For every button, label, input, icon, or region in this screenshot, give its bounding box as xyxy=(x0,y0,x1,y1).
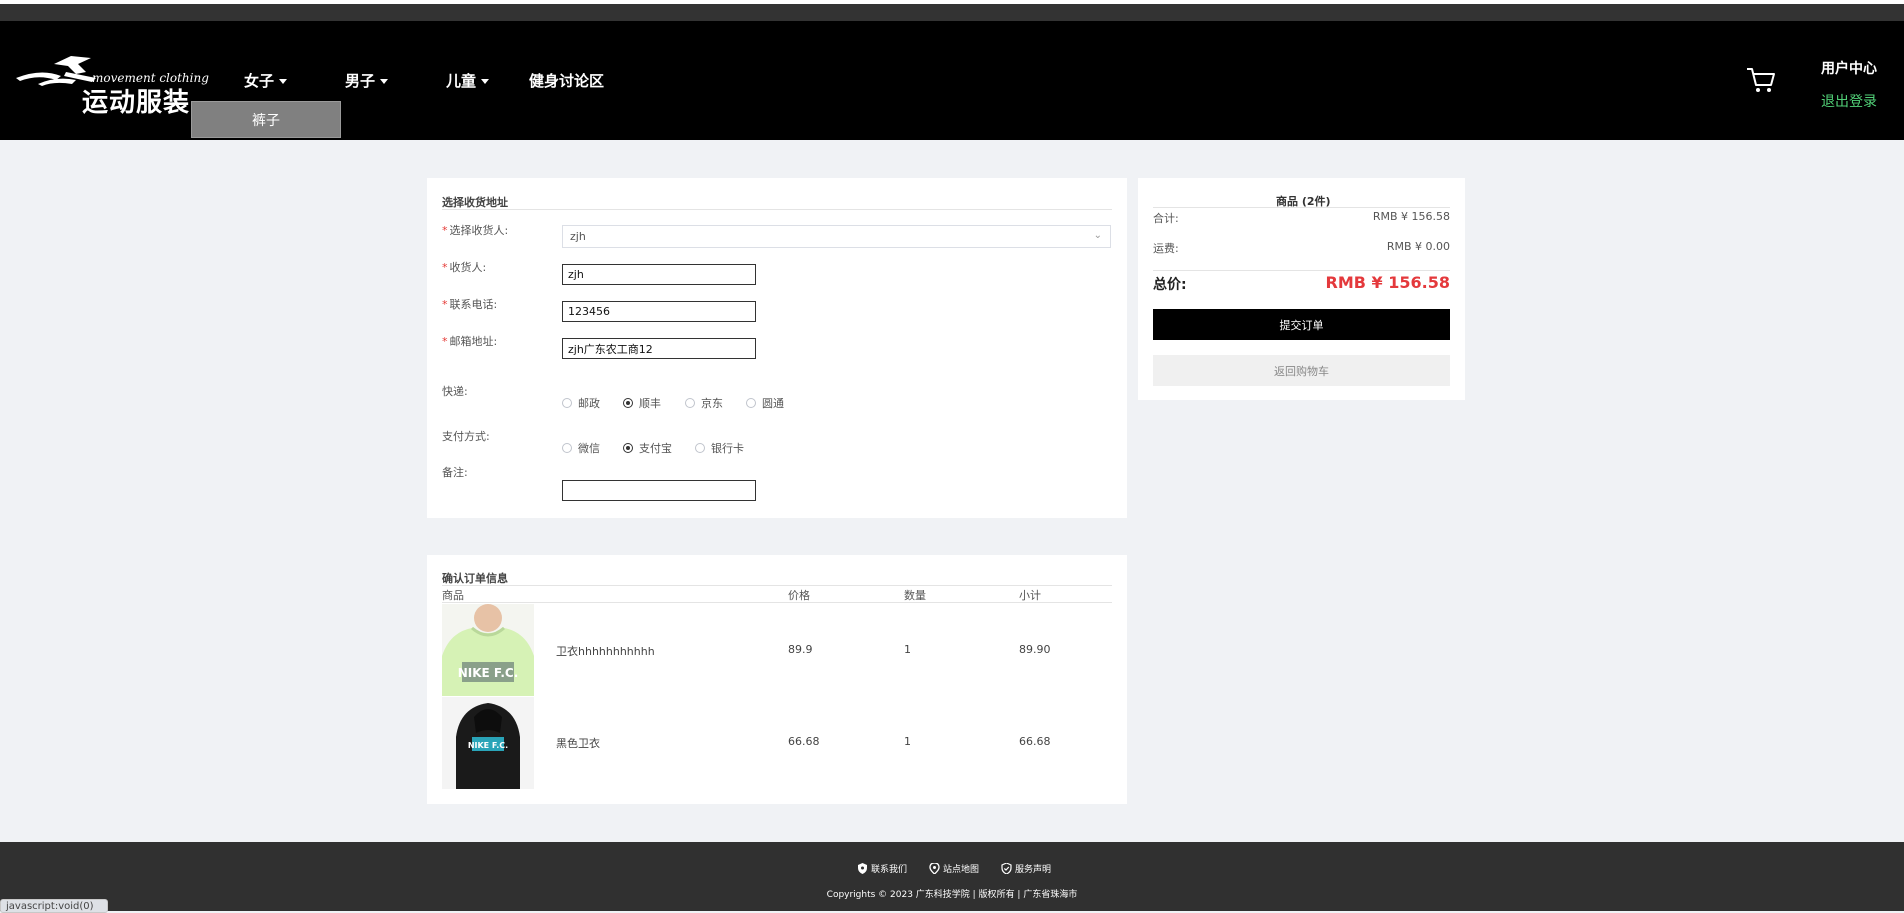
payment-label: 支付方式: xyxy=(442,430,490,443)
nav-women[interactable]: 女子 xyxy=(244,70,288,91)
radio-icon xyxy=(746,398,756,408)
divider xyxy=(1153,207,1450,208)
user-center-link[interactable]: 用户中心 xyxy=(1821,58,1877,78)
logo-chinese-text: 运动服装 xyxy=(82,88,191,118)
express-radio-postal[interactable]: 邮政 xyxy=(562,395,600,411)
map-pin-icon xyxy=(929,863,940,874)
chevron-down-icon: ⌄ xyxy=(1093,230,1102,241)
address-input[interactable] xyxy=(562,338,756,359)
subtotal-label: 合计: xyxy=(1153,212,1179,225)
copyright-text: Copyrights © 2023 广东科技学院 | 版权所有 | 广东省珠海市 xyxy=(826,890,1078,900)
site-footer xyxy=(0,842,1904,911)
shipping-value: RMB ¥ 0.00 xyxy=(1386,240,1450,253)
subtotal-value: RMB ¥ 156.58 xyxy=(1372,210,1450,223)
nav-men-label: 男子 xyxy=(345,72,376,90)
divider xyxy=(442,209,1112,210)
divider xyxy=(442,602,1112,603)
back-to-cart-button[interactable]: 返回购物车 xyxy=(1153,355,1450,386)
remark-label: 备注: xyxy=(442,466,468,479)
column-header-quantity: 数量 xyxy=(904,589,926,602)
product-image-green-hoodie[interactable]: NIKE F.C. xyxy=(442,604,534,696)
nav-fitness-forum-label: 健身讨论区 xyxy=(529,72,605,90)
radio-checked-icon xyxy=(623,398,633,408)
recipient-select[interactable]: zjh ⌄ xyxy=(562,225,1111,248)
logout-link[interactable]: 退出登录 xyxy=(1821,91,1877,111)
radio-icon xyxy=(695,443,705,453)
shipping-label: 运费: xyxy=(1153,242,1179,255)
footer-contact-link[interactable]: 联系我们 xyxy=(857,862,907,875)
radio-icon xyxy=(562,398,572,408)
product-quantity: 1 xyxy=(904,643,911,656)
product-name: 黑色卫衣 xyxy=(556,737,600,750)
select-recipient-label: * 选择收货人: xyxy=(442,224,509,237)
recipient-name-label: * 收货人: xyxy=(442,261,487,274)
shield-check-icon xyxy=(1001,863,1012,874)
phone-label: * 联系电话: xyxy=(442,298,498,311)
product-price: 89.9 xyxy=(788,643,813,656)
radio-icon xyxy=(562,443,572,453)
total-value: RMB ¥ 156.58 xyxy=(1325,273,1450,292)
recipient-name-input[interactable] xyxy=(562,264,756,285)
nav-women-label: 女子 xyxy=(244,72,275,90)
product-quantity: 1 xyxy=(904,735,911,748)
divider xyxy=(442,585,1112,586)
order-section-title: 确认订单信息 xyxy=(442,572,508,585)
column-header-product: 商品 xyxy=(442,589,464,602)
express-radio-sf[interactable]: 顺丰 xyxy=(623,395,661,411)
divider xyxy=(1153,270,1450,271)
nav-men[interactable]: 男子 xyxy=(345,70,389,91)
radio-icon xyxy=(685,398,695,408)
submit-order-button[interactable]: 提交订单 xyxy=(1153,309,1450,340)
caret-down-icon xyxy=(279,79,288,84)
thumb-print-text: NIKE F.C. xyxy=(458,666,519,680)
nav-kids-label: 儿童 xyxy=(446,72,477,90)
caret-down-icon xyxy=(481,79,490,84)
pay-radio-bankcard[interactable]: 银行卡 xyxy=(695,440,744,456)
shield-contact-icon xyxy=(858,863,867,874)
nav-kids[interactable]: 儿童 xyxy=(446,70,490,91)
dropdown-item-pants[interactable]: 裤子 xyxy=(191,101,341,138)
thumb-print-text: NIKE F.C. xyxy=(468,741,508,750)
remark-input[interactable] xyxy=(562,480,756,501)
footer-sitemap-link[interactable]: 站点地图 xyxy=(929,862,979,875)
product-subtotal: 89.90 xyxy=(1019,643,1051,656)
top-grey-bar xyxy=(0,4,1904,21)
phone-input[interactable] xyxy=(562,301,756,322)
column-header-subtotal: 小计 xyxy=(1019,589,1041,602)
product-name: 卫衣hhhhhhhhhhh xyxy=(556,645,655,658)
address-section-title: 选择收货地址 xyxy=(442,196,508,209)
shopping-cart-icon[interactable] xyxy=(1746,66,1776,94)
express-radio-jd[interactable]: 京东 xyxy=(685,395,723,411)
pay-radio-alipay[interactable]: 支付宝 xyxy=(623,440,672,456)
recipient-select-value: zjh xyxy=(570,230,586,243)
product-image-black-hoodie[interactable]: NIKE F.C. xyxy=(442,697,534,789)
address-label: * 邮箱地址: xyxy=(442,335,498,348)
total-label: 总价: xyxy=(1153,277,1187,293)
product-subtotal: 66.68 xyxy=(1019,735,1051,748)
column-header-price: 价格 xyxy=(788,589,810,602)
product-price: 66.68 xyxy=(788,735,820,748)
nav-fitness-forum[interactable]: 健身讨论区 xyxy=(529,70,604,91)
caret-down-icon xyxy=(380,79,389,84)
pay-radio-wechat[interactable]: 微信 xyxy=(562,440,600,456)
radio-checked-icon xyxy=(623,443,633,453)
footer-service-link[interactable]: 服务声明 xyxy=(1001,862,1051,875)
express-radio-yto[interactable]: 圆通 xyxy=(746,395,784,411)
express-label: 快递: xyxy=(442,385,468,398)
